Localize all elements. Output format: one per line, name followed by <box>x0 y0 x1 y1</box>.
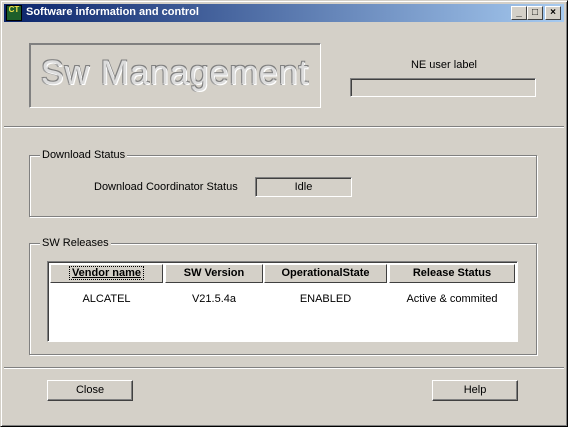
table-cell-operational-state[interactable]: ENABLED <box>264 293 387 305</box>
column-header-operational-state[interactable]: OperationalState <box>264 264 387 283</box>
column-header-release-status[interactable]: Release Status <box>389 264 515 283</box>
ne-user-field[interactable] <box>350 78 536 97</box>
table-cell-release-status[interactable]: Active & commited <box>389 293 515 305</box>
coordinator-status-label: Download Coordinator Status <box>94 181 238 193</box>
window-title: Software information and control <box>26 6 199 18</box>
table-cell-vendor[interactable]: ALCATEL <box>50 293 163 305</box>
column-header-vendor[interactable]: Vendor name <box>50 264 163 283</box>
minimize-button[interactable]: _ <box>511 6 527 20</box>
help-button[interactable]: Help <box>432 380 518 401</box>
logo-text: Sw Management <box>40 54 310 92</box>
coordinator-status-value: Idle <box>255 177 352 197</box>
download-status-title: Download Status <box>40 149 128 161</box>
column-header-sw-version[interactable]: SW Version <box>165 264 263 283</box>
close-window-button[interactable]: × <box>545 6 561 20</box>
column-header-label: Vendor name <box>68 266 145 280</box>
close-button[interactable]: Close <box>47 380 133 401</box>
sw-management-logo: Sw Management <box>29 43 321 108</box>
ne-user-label: NE user label <box>410 59 478 71</box>
releases-table[interactable]: Vendor name SW Version OperationalState … <box>47 261 518 342</box>
app-icon: CT <box>6 5 22 21</box>
title-bar[interactable]: CT Software information and control _ □ … <box>4 4 564 22</box>
separator-top <box>4 126 564 128</box>
separator-bottom <box>4 367 564 369</box>
table-cell-sw-version[interactable]: V21.5.4a <box>165 293 263 305</box>
software-info-window: CT Software information and control _ □ … <box>0 0 568 427</box>
maximize-button[interactable]: □ <box>527 6 543 20</box>
sw-releases-title: SW Releases <box>40 237 111 249</box>
